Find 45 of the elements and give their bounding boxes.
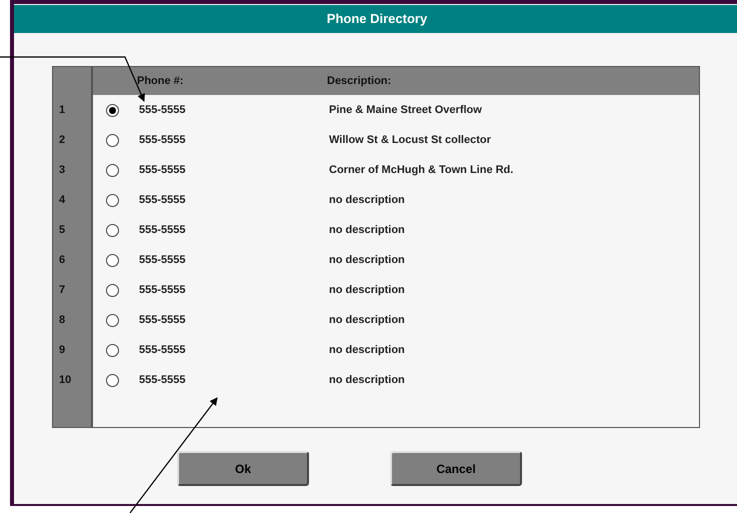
row-number: 9 (58, 342, 66, 358)
column-header: Description: (327, 74, 392, 89)
description-text: no description (329, 192, 405, 208)
row-number: 6 (58, 252, 66, 268)
phone-number: 555-5555 (139, 132, 186, 148)
row-number: 3 (58, 162, 66, 178)
row-number: 7 (58, 282, 66, 298)
radio-button[interactable] (106, 134, 119, 146)
window-title: Phone Directory (14, 5, 737, 33)
description-text: no description (329, 342, 405, 358)
description-text: no description (329, 372, 405, 388)
description-text: no description (329, 252, 405, 268)
radio-button[interactable] (106, 254, 119, 266)
phone-number: 555-5555 (139, 102, 186, 118)
cancel-button[interactable]: Cancel (390, 451, 522, 486)
radio-button[interactable] (106, 284, 119, 296)
row-number: 5 (58, 222, 66, 238)
radio-button[interactable] (106, 344, 119, 356)
description-text: Corner of McHugh & Town Line Rd. (329, 162, 514, 178)
ok-button[interactable]: Ok (177, 451, 309, 486)
column-header: Phone #: (137, 74, 184, 89)
description-text: no description (329, 282, 405, 298)
phone-number: 555-5555 (139, 312, 186, 328)
row-number: 4 (58, 192, 66, 208)
phone-number: 555-5555 (139, 222, 186, 238)
row-number: 10 (58, 372, 72, 388)
row-number: 2 (58, 132, 66, 148)
phone-number: 555-5555 (139, 192, 186, 208)
phone-number: 555-5555 (139, 372, 186, 388)
description-text: Willow St & Locust St collector (329, 132, 491, 148)
row-number: 1 (58, 102, 66, 118)
radio-button[interactable] (106, 374, 119, 386)
description-text: no description (329, 222, 405, 238)
radio-button[interactable] (106, 224, 119, 236)
phone-number: 555-5555 (139, 342, 186, 358)
row-number: 8 (58, 312, 66, 328)
description-text: no description (329, 312, 405, 328)
phone-number: 555-5555 (139, 282, 186, 298)
radio-button[interactable] (106, 164, 119, 176)
phone-number: 555-5555 (139, 252, 186, 268)
description-text: Pine & Maine Street Overflow (329, 102, 482, 118)
phone-number: 555-5555 (139, 162, 186, 178)
radio-button[interactable] (106, 314, 119, 326)
radio-button[interactable] (106, 104, 119, 116)
radio-button[interactable] (106, 194, 119, 206)
